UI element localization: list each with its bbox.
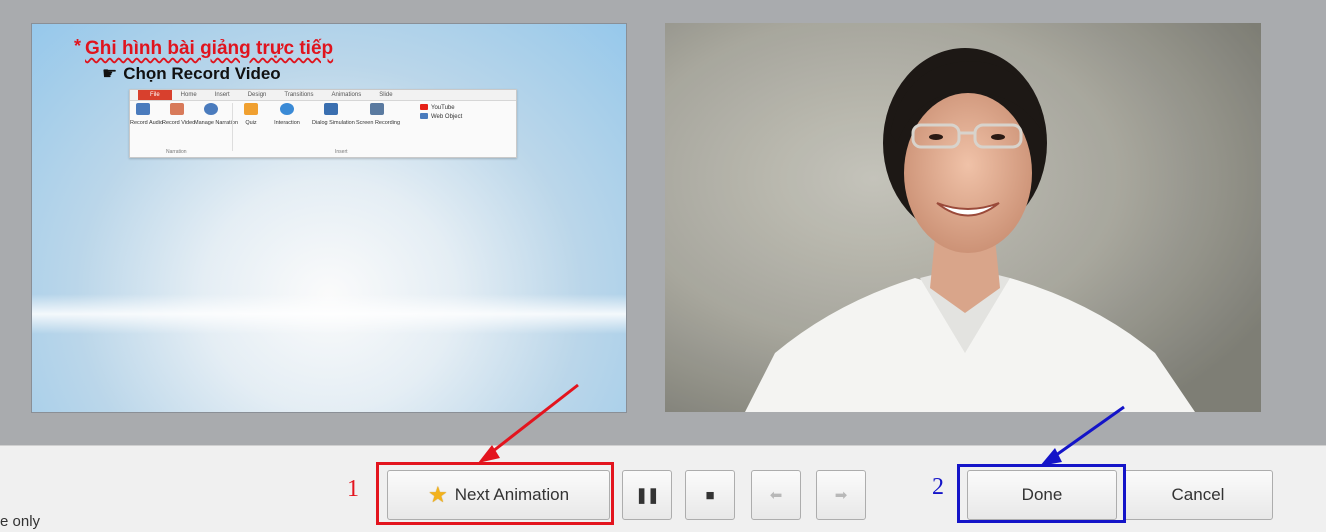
quiz-icon <box>244 103 258 115</box>
slide-title: * Ghi hình bài giảng trực tiếp <box>74 36 333 60</box>
ribbon-tab-home: Home <box>180 92 197 98</box>
footnote-text: e only <box>0 513 41 530</box>
stop-icon: ■ <box>705 486 715 504</box>
slide-bullet: ☛ Chọn Record Video <box>102 64 281 84</box>
presenter-photo <box>665 23 1261 412</box>
camera-icon <box>170 103 184 115</box>
microphone-icon <box>136 103 150 115</box>
web-object-label: Web Object <box>431 114 463 120</box>
forward-button[interactable]: ➡ <box>816 470 866 520</box>
highlight-done <box>957 464 1126 523</box>
ribbon-tab-insert: Insert <box>214 92 230 98</box>
dialog-icon <box>324 103 338 115</box>
ribbon-group-narration: Narration <box>166 149 187 155</box>
arrow-left-icon: ⬅ <box>769 487 783 504</box>
ribbon-tab-file: File <box>138 90 172 100</box>
ribbon-tab-animations: Animations <box>331 92 362 98</box>
pause-icon: ❚❚ <box>635 487 659 504</box>
cancel-label: Cancel <box>1171 485 1225 504</box>
ribbon-tabs: File Home Insert Design Transitions Anim… <box>130 90 516 101</box>
ribbon-tab-slide: Slide <box>379 92 393 98</box>
ribbon-screen-recording-label: Screen Recording <box>356 120 401 126</box>
ribbon-screenshot: File Home Insert Design Transitions Anim… <box>129 89 517 158</box>
ribbon-separator <box>232 103 233 151</box>
arrow-right-icon: ➡ <box>834 487 848 504</box>
step-number-1: 1 <box>347 476 359 502</box>
clock-icon <box>204 103 218 115</box>
cancel-button[interactable]: Cancel <box>1123 470 1273 520</box>
slide-title-text: Ghi hình bài giảng trực tiếp <box>85 38 334 59</box>
slide-bullet-text: Chọn Record Video <box>123 64 281 83</box>
screen-icon <box>370 103 384 115</box>
interaction-icon <box>280 103 294 115</box>
step-number-2: 2 <box>932 474 944 500</box>
ribbon-dialog-simulation-label: Dialog Simulation <box>312 120 355 126</box>
title-asterisk: * <box>74 36 82 56</box>
ribbon-quiz-label: Quiz <box>245 120 257 126</box>
previous-button[interactable]: ⬅ <box>751 470 801 520</box>
pause-button[interactable]: ❚❚ <box>622 470 672 520</box>
webcam-preview <box>665 23 1261 412</box>
ribbon-tab-transitions: Transitions <box>284 92 314 98</box>
ribbon-manage-narration-label: Manage Narration <box>194 120 239 126</box>
slide-preview: * Ghi hình bài giảng trực tiếp ☛ Chọn Reco… <box>31 23 627 413</box>
ribbon-group-insert: Insert <box>335 149 348 155</box>
ribbon-tab-design: Design <box>247 92 267 98</box>
slide-background-band <box>32 294 626 334</box>
youtube-label: YouTube <box>431 105 455 111</box>
ribbon-record-audio-label: Record Audio <box>130 120 164 126</box>
highlight-next-animation <box>376 462 614 525</box>
web-object-icon <box>420 113 428 119</box>
pointing-hand-icon: ☛ <box>102 64 118 83</box>
youtube-icon <box>420 104 428 110</box>
stop-button[interactable]: ■ <box>685 470 735 520</box>
ribbon-record-video-label: Record Video <box>162 120 196 126</box>
ribbon-interaction-label: Interaction <box>274 120 300 126</box>
ribbon-extras: YouTube Web Object <box>420 104 462 122</box>
